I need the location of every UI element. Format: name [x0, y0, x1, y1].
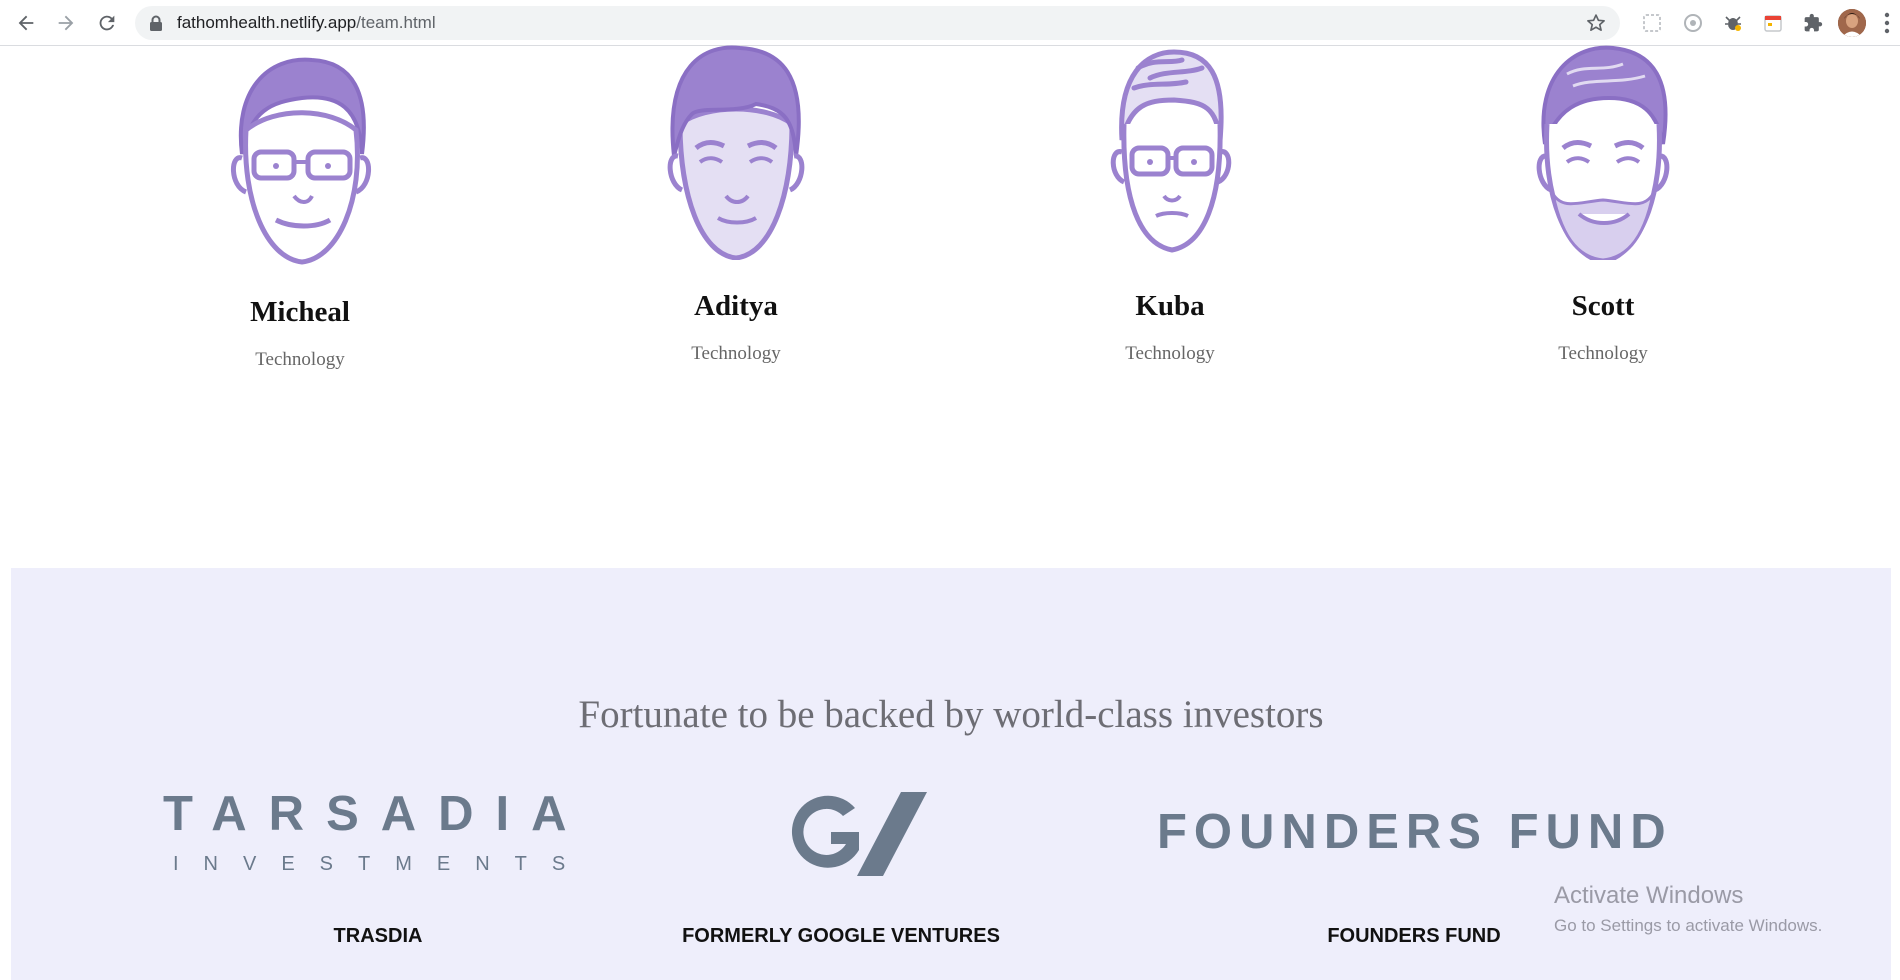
member-name: Scott: [1571, 290, 1635, 322]
url-path: /team.html: [356, 13, 436, 32]
team-member-card: Micheal Technology: [200, 50, 400, 371]
team-member-card: Scott Technology: [1503, 44, 1703, 365]
profile-avatar[interactable]: [1838, 9, 1866, 37]
extension-button-3[interactable]: [1721, 11, 1745, 35]
arrow-left-icon: [18, 15, 34, 31]
person-beard-icon: [1536, 45, 1670, 260]
more-vert-icon[interactable]: [1884, 12, 1890, 34]
bookmark-star-icon[interactable]: [1586, 13, 1606, 33]
team-member-card: Aditya Technology: [636, 44, 836, 365]
url-domain: fathomhealth.netlify.app: [177, 13, 357, 32]
team-member-card: Kuba Technology: [1070, 44, 1270, 365]
target-icon: [1684, 14, 1702, 32]
activate-windows-watermark: Activate Windows Go to Settings to activ…: [1554, 882, 1822, 936]
tarsadia-logo-main: TARSADIA: [163, 787, 589, 841]
watermark-subtitle: Go to Settings to activate Windows.: [1554, 916, 1823, 935]
puzzle-icon: [1804, 13, 1823, 32]
member-role: Technology: [1125, 343, 1215, 364]
investor-name: FOUNDERS FUND: [1327, 925, 1501, 947]
tarsadia-logo-sub: INVESTMENTS: [173, 853, 591, 875]
founders-fund-logo: FOUNDERS FUND: [1157, 805, 1673, 859]
arrow-right-icon: [58, 15, 74, 31]
user-photo-icon: [1838, 9, 1866, 37]
person-glasses-icon: [1110, 49, 1232, 253]
browser-toolbar: fathomhealth.netlify.app/team.html: [0, 0, 1900, 46]
extension-button-4[interactable]: [1761, 11, 1785, 35]
watermark-title: Activate Windows: [1554, 882, 1744, 909]
reload-button[interactable]: [93, 9, 121, 37]
investors-heading: Fortunate to be backed by world-class in…: [578, 693, 1324, 736]
member-name: Micheal: [250, 296, 350, 328]
gv-logo: [791, 792, 927, 876]
back-button[interactable]: [12, 9, 40, 37]
extension-button-2[interactable]: [1681, 11, 1705, 35]
extensions-menu-button[interactable]: [1801, 11, 1825, 35]
reload-icon: [99, 15, 115, 31]
investor-name: TRASDIA: [333, 925, 423, 947]
bug-icon: [1725, 16, 1741, 31]
member-name: Kuba: [1135, 290, 1205, 322]
calendar-icon: [1764, 15, 1782, 32]
investor-name: FORMERLY GOOGLE VENTURES: [682, 925, 1000, 947]
extension-placeholder-icon: [1643, 14, 1661, 32]
member-role: Technology: [255, 349, 345, 370]
team-section: Micheal Technology Aditya Technology Kub…: [0, 44, 1900, 568]
member-role: Technology: [691, 343, 781, 364]
extension-button-1[interactable]: [1640, 11, 1664, 35]
lock-icon: [150, 15, 162, 31]
url-text: fathomhealth.netlify.app/team.html: [177, 6, 436, 40]
person-icon: [667, 45, 805, 260]
forward-button[interactable]: [52, 9, 80, 37]
person-glasses-icon: [231, 57, 371, 265]
address-bar[interactable]: fathomhealth.netlify.app/team.html: [135, 6, 1620, 40]
member-role: Technology: [1558, 343, 1648, 364]
member-name: Aditya: [694, 290, 778, 322]
